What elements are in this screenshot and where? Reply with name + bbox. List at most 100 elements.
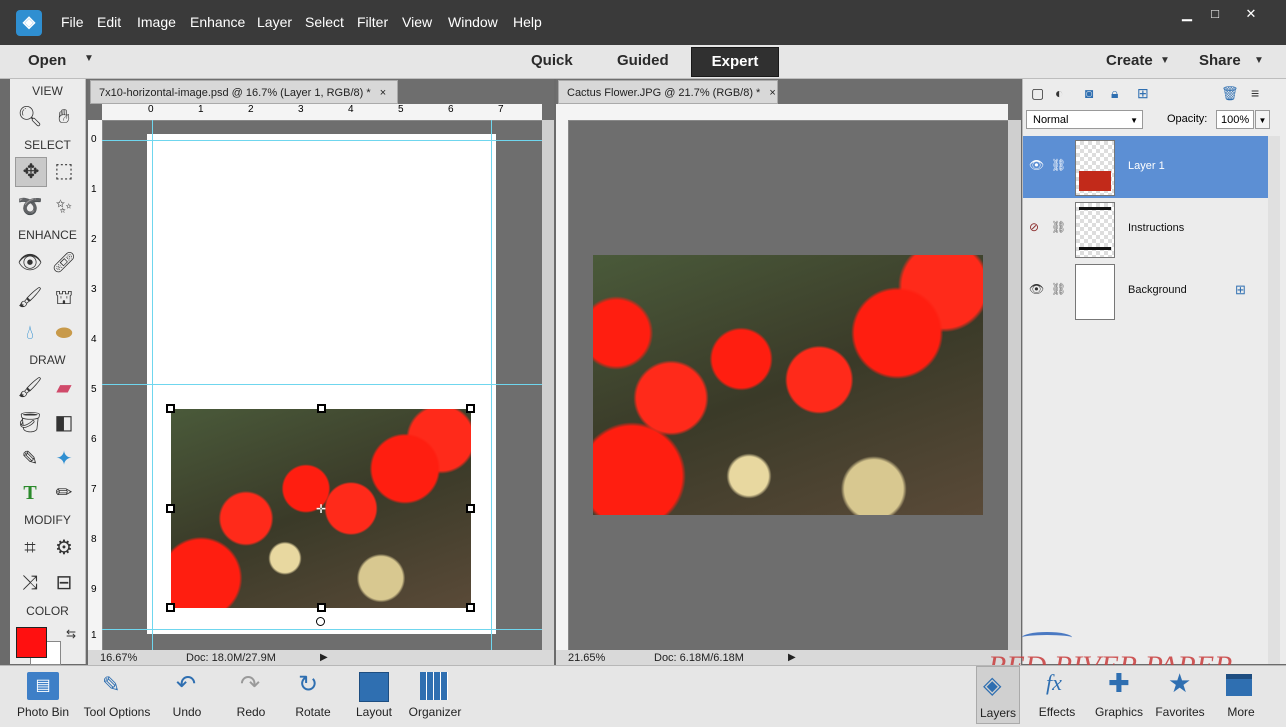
layer-row-layer-1[interactable]: 👁︎ ⛓︎ Layer 1	[1023, 136, 1268, 198]
link-icon[interactable]: ⛓︎	[1051, 220, 1066, 234]
create-button[interactable]: Create	[1106, 52, 1153, 69]
photo-bin-button[interactable]: ▤ Photo Bin	[10, 672, 76, 720]
healing-brush-tool-icon[interactable]: 🩹︎	[49, 249, 79, 277]
visibility-eye-icon[interactable]: 👁︎	[1029, 158, 1044, 172]
expert-mode-button[interactable]: Expert	[691, 47, 779, 77]
zoom-tool-icon[interactable]: 🔍︎	[15, 103, 45, 131]
menu-select[interactable]: Select	[305, 14, 344, 30]
document-2-tab[interactable]: Cactus Flower.JPG @ 21.7% (RGB/8) * ×	[558, 80, 778, 104]
visibility-hidden-icon[interactable]: ⊘	[1029, 220, 1039, 234]
reference-point-icon[interactable]: ✛	[316, 502, 326, 516]
layer-mask-icon[interactable]: ◙	[1085, 85, 1093, 101]
menu-enhance[interactable]: Enhance	[190, 14, 245, 30]
menu-layer[interactable]: Layer	[257, 14, 292, 30]
effects-button[interactable]: fx Effects	[1034, 670, 1080, 720]
link-icon[interactable]: ⛓︎	[1051, 158, 1066, 172]
move-tool-icon[interactable]: ✥	[15, 157, 47, 187]
delete-layer-icon[interactable]: 🗑︎	[1221, 85, 1239, 102]
quick-mode-button[interactable]: Quick	[531, 52, 573, 69]
content-aware-move-tool-icon[interactable]: ⤨	[15, 569, 45, 597]
transform-handle[interactable]	[317, 404, 326, 413]
brush-tool-icon[interactable]: 🖌︎	[15, 374, 45, 402]
opacity-dropdown-icon[interactable]: ▼	[1255, 110, 1270, 129]
document-1-zoom[interactable]: 16.67%	[100, 650, 137, 666]
close-button[interactable]: ✕	[1238, 6, 1264, 22]
blend-mode-select[interactable]: Normal ▼	[1026, 110, 1143, 129]
transform-handle[interactable]	[317, 603, 326, 612]
clone-stamp-tool-icon[interactable]: ⛫	[49, 284, 79, 312]
layer-row-instructions[interactable]: ⊘ ⛓︎ Instructions	[1023, 198, 1268, 260]
favorites-button[interactable]: ★ Favorites	[1152, 668, 1208, 720]
layers-button[interactable]: ◈ Layers	[976, 666, 1020, 724]
sponge-tool-icon[interactable]: ⬬	[49, 319, 79, 347]
transform-handle[interactable]	[466, 603, 475, 612]
close-tab-icon[interactable]: ×	[769, 87, 775, 99]
organizer-button[interactable]: Organizer	[405, 672, 465, 720]
document-2-scrollbar[interactable]	[1008, 120, 1021, 650]
transform-handle[interactable]	[466, 404, 475, 413]
new-layer-icon[interactable]: ▢	[1031, 85, 1044, 102]
transform-handle[interactable]	[466, 504, 475, 513]
lock-transparent-icon[interactable]: ⊞	[1137, 85, 1149, 102]
custom-shape-tool-icon[interactable]: ✦	[49, 445, 79, 473]
visibility-eye-icon[interactable]: 👁︎	[1029, 282, 1044, 296]
transform-handle[interactable]	[166, 504, 175, 513]
lock-all-icon[interactable]: 🔒︎	[1111, 85, 1118, 102]
tool-options-button[interactable]: ✎ Tool Options	[80, 672, 154, 720]
share-dropdown-icon[interactable]: ▼	[1254, 55, 1264, 66]
guided-mode-button[interactable]: Guided	[617, 52, 669, 69]
minimize-button[interactable]: ▁	[1174, 6, 1200, 22]
opacity-field[interactable]: 100%	[1216, 110, 1254, 129]
adjustment-layer-icon[interactable]: ◐	[1055, 85, 1063, 101]
transform-handle[interactable]	[166, 603, 175, 612]
menu-filter[interactable]: Filter	[357, 14, 388, 30]
gradient-tool-icon[interactable]: ◧	[49, 409, 79, 437]
type-tool-icon[interactable]: T	[15, 479, 45, 507]
open-dropdown-icon[interactable]: ▼	[84, 53, 94, 64]
redo-button[interactable]: ↷ Redo	[226, 671, 276, 720]
layer-row-background[interactable]: 👁︎ ⛓︎ Background ⊞	[1023, 260, 1268, 322]
lasso-tool-icon[interactable]: ➰	[15, 193, 45, 221]
link-icon[interactable]: ⛓︎	[1051, 282, 1066, 296]
menu-file[interactable]: File	[61, 14, 84, 30]
rotate-button[interactable]: ↻ Rotate	[288, 671, 338, 720]
create-dropdown-icon[interactable]: ▼	[1160, 55, 1170, 66]
menu-edit[interactable]: Edit	[97, 14, 121, 30]
paint-bucket-tool-icon[interactable]: 🪣︎	[15, 409, 45, 437]
layers-scrollbar[interactable]	[1268, 136, 1280, 664]
menu-help[interactable]: Help	[513, 14, 542, 30]
marquee-tool-icon[interactable]: ⬚	[49, 157, 79, 185]
document-1-tab[interactable]: 7x10-horizontal-image.psd @ 16.7% (Layer…	[90, 80, 398, 104]
pencil-tool-icon[interactable]: ✏︎	[49, 479, 79, 507]
share-button[interactable]: Share	[1199, 52, 1241, 69]
undo-button[interactable]: ↶ Undo	[162, 671, 212, 720]
recompose-tool-icon[interactable]: ⚙︎	[49, 534, 79, 562]
open-button[interactable]: Open	[28, 52, 66, 69]
crop-tool-icon[interactable]: ⌗	[15, 534, 45, 562]
background-lock-icon[interactable]: ⊞	[1235, 282, 1246, 298]
status-menu-arrow-icon[interactable]: ▶	[320, 650, 328, 666]
document-1-scrollbar[interactable]	[542, 120, 554, 650]
foreground-color-swatch[interactable]	[16, 627, 47, 658]
cactus-flower-image[interactable]	[593, 255, 983, 515]
more-button[interactable]: More	[1216, 672, 1266, 720]
maximize-button[interactable]: □	[1202, 6, 1228, 22]
rotate-handle[interactable]	[316, 617, 325, 626]
blur-tool-icon[interactable]: 💧︎	[15, 319, 45, 347]
hand-tool-icon[interactable]: ✋︎	[49, 103, 79, 131]
menu-image[interactable]: Image	[137, 14, 176, 30]
smart-brush-tool-icon[interactable]: 🖌︎	[15, 284, 45, 312]
straighten-tool-icon[interactable]: ⊟	[49, 569, 79, 597]
layout-button[interactable]: Layout	[349, 672, 399, 720]
eraser-tool-icon[interactable]: ▰	[49, 374, 79, 402]
close-tab-icon[interactable]: ×	[380, 87, 386, 99]
menu-view[interactable]: View	[402, 14, 432, 30]
transform-handle[interactable]	[166, 404, 175, 413]
status-menu-arrow-icon[interactable]: ▶	[788, 650, 796, 666]
panel-menu-icon[interactable]: ≡	[1251, 85, 1259, 101]
red-eye-tool-icon[interactable]: 👁︎	[15, 249, 45, 277]
graphics-button[interactable]: ✚ Graphics	[1092, 668, 1146, 720]
eyedropper-tool-icon[interactable]: ✎	[15, 445, 45, 473]
magic-wand-tool-icon[interactable]: ✨︎	[49, 193, 79, 221]
document-2-zoom[interactable]: 21.65%	[568, 650, 605, 666]
